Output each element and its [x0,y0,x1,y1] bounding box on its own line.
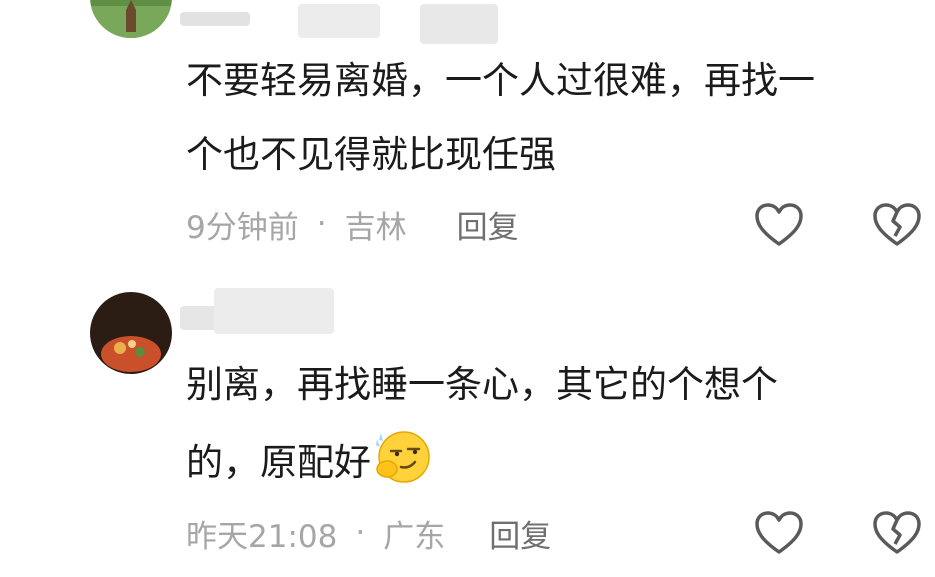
separator: · [355,515,366,551]
avatar[interactable] [90,0,172,38]
comment-time: 9分钟前 [186,209,299,246]
broken-heart-icon[interactable] [872,510,922,556]
avatar[interactable] [90,292,172,374]
comment-item: 别离，再找睡一条心，其它的个想个 的，原配好 昨天21:08 · 广东 回复 [0,280,935,577]
heart-outline-icon[interactable] [754,202,804,248]
username-blurred [298,4,380,38]
comment-meta: 昨天21:08 · 广东 回复 [186,508,551,558]
username-blurred [420,4,498,44]
heart-outline-icon[interactable] [754,510,804,556]
comment-text-line: 不要轻易离婚，一个人过很难，再找一 [186,59,815,102]
reply-button[interactable]: 回复 [489,511,551,556]
broken-heart-icon[interactable] [872,202,922,248]
comment-item: 不要轻易离婚，一个人过很难，再找一 个也不见得就比现任强 9分钟前 · 吉林 回… [0,0,935,280]
comment-location: 广东 [383,518,446,555]
comment-time: 昨天21:08 [186,518,338,555]
comment-text: 的，原配好 [186,441,371,484]
username-blurred[interactable] [180,12,250,26]
comment-text-line: 个也不见得就比现任强 [186,133,556,176]
smirk-emoji-icon [376,431,430,483]
comment-text-line: 的，原配好 [186,426,433,500]
username-blurred [214,288,334,334]
comment-text-line: 别离，再找睡一条心，其它的个想个 [186,363,778,406]
comment-location: 吉林 [344,209,407,246]
comment-meta: 9分钟前 · 吉林 回复 [186,200,519,248]
separator: · [316,206,327,242]
reply-button[interactable]: 回复 [457,202,519,247]
